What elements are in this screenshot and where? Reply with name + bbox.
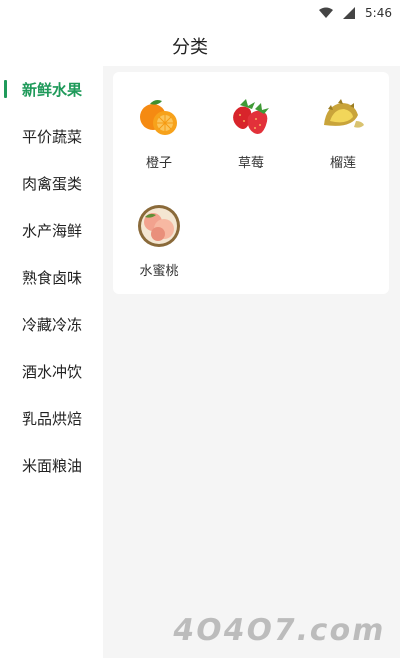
sidebar-item-meat-eggs[interactable]: 肉禽蛋类 (0, 160, 103, 207)
product-peach[interactable]: 水蜜桃 (113, 202, 205, 310)
product-card: 橙子 草莓 榴莲 水蜜桃 (113, 72, 389, 294)
wifi-icon (319, 7, 334, 19)
sidebar-item-vegetables[interactable]: 平价蔬菜 (0, 113, 103, 160)
status-bar: 5:46 (0, 0, 400, 26)
header: 分类 (0, 26, 400, 66)
sidebar-item-grains-oils[interactable]: 米面粮油 (0, 442, 103, 489)
product-name: 橙子 (145, 156, 172, 171)
sidebar-item-label: 酒水冲饮 (22, 363, 83, 381)
watermark: 4O4O7.com (170, 613, 390, 648)
product-name: 草莓 (237, 156, 264, 171)
orange-image (135, 94, 183, 142)
signal-icon (343, 7, 356, 19)
product-name: 水蜜桃 (139, 264, 179, 279)
sidebar-item-label: 平价蔬菜 (22, 128, 83, 146)
sidebar-item-fresh-fruit[interactable]: 新鲜水果 (0, 66, 103, 113)
status-time: 5:46 (365, 6, 392, 20)
sidebar-item-label: 新鲜水果 (22, 81, 83, 99)
product-name: 榴莲 (329, 156, 356, 171)
product-orange[interactable]: 橙子 (113, 94, 205, 202)
sidebar-item-label: 米面粮油 (22, 457, 83, 475)
product-durian[interactable]: 榴莲 (297, 94, 389, 202)
product-strawberry[interactable]: 草莓 (205, 94, 297, 202)
peach-image (135, 202, 183, 250)
page-title: 分类 (172, 37, 208, 58)
product-grid: 橙子 草莓 榴莲 水蜜桃 (113, 72, 389, 310)
strawberry-image (227, 94, 275, 142)
sidebar-item-deli[interactable]: 熟食卤味 (0, 254, 103, 301)
sidebar-item-label: 熟食卤味 (22, 269, 83, 287)
sidebar-item-dairy-bakery[interactable]: 乳品烘焙 (0, 395, 103, 442)
sidebar-item-frozen[interactable]: 冷藏冷冻 (0, 301, 103, 348)
category-sidebar: 新鲜水果 平价蔬菜 肉禽蛋类 水产海鲜 熟食卤味 冷藏冷冻 酒水冲饮 乳品烘焙 … (0, 66, 103, 658)
sidebar-item-label: 乳品烘焙 (22, 410, 83, 428)
sidebar-item-label: 冷藏冷冻 (22, 316, 83, 334)
content-area: 橙子 草莓 榴莲 水蜜桃 (103, 66, 400, 658)
sidebar-item-label: 肉禽蛋类 (22, 175, 83, 193)
sidebar-item-seafood[interactable]: 水产海鲜 (0, 207, 103, 254)
sidebar-item-label: 水产海鲜 (22, 222, 83, 240)
sidebar-item-drinks[interactable]: 酒水冲饮 (0, 348, 103, 395)
durian-image (319, 94, 367, 142)
